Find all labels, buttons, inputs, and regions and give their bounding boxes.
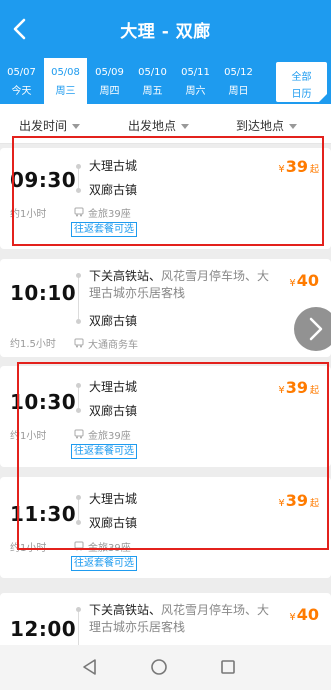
date-tab-day: 周五 bbox=[142, 86, 163, 97]
date-tab-date: 05/10 bbox=[138, 67, 167, 78]
currency-symbol: ¥ bbox=[289, 612, 296, 623]
corner-triangle-icon bbox=[319, 94, 327, 102]
filter-arrive-place[interactable]: 到达地点 bbox=[236, 117, 298, 134]
date-tab-date: 05/12 bbox=[224, 67, 253, 78]
date-tab-date: 05/11 bbox=[181, 67, 210, 78]
ticket-price: ¥40 bbox=[289, 605, 319, 624]
date-tab[interactable]: 05/09 周四 bbox=[88, 58, 131, 104]
date-tab-day: 今天 bbox=[11, 86, 32, 97]
highlight-box bbox=[17, 362, 329, 550]
next-page-button[interactable] bbox=[294, 307, 331, 351]
filter-label: 出发时间 bbox=[19, 119, 68, 133]
caret-down-icon bbox=[181, 124, 190, 129]
date-tab-day: 周日 bbox=[228, 86, 249, 97]
destination-stop: 双廊古镇 bbox=[89, 314, 138, 328]
app-header: 大理 - 双廊 bbox=[0, 0, 331, 58]
date-tab[interactable]: 05/07 今天 bbox=[0, 58, 43, 104]
currency-symbol: ¥ bbox=[289, 278, 296, 289]
origin-stop: 下关高铁站、风花雪月停车场、大理古城亦乐居客栈 bbox=[89, 268, 279, 302]
date-tab[interactable]: 05/10 周五 bbox=[131, 58, 174, 104]
all-calendar-label-1: 全部 bbox=[291, 72, 312, 83]
date-tab[interactable]: 05/12 周日 bbox=[217, 58, 260, 104]
page-title: 大理 - 双廊 bbox=[120, 22, 211, 42]
date-tab-day: 周六 bbox=[185, 86, 206, 97]
chevron-right-icon bbox=[309, 317, 323, 341]
origin-stop: 下关高铁站、风花雪月停车场、大理古城亦乐居客栈 bbox=[89, 602, 279, 636]
departure-time: 12:00 bbox=[10, 617, 77, 641]
origin-stop-main: 下关高铁站、 bbox=[89, 603, 162, 617]
date-selector-bar: 05/07 今天 05/08 周三 05/09 周四 05/10 周五 05/1… bbox=[0, 58, 331, 104]
destination-dot bbox=[76, 319, 81, 324]
date-tab-date: 05/08 bbox=[51, 67, 80, 78]
bus-icon bbox=[74, 338, 84, 348]
price-value: 40 bbox=[296, 271, 319, 290]
origin-dot bbox=[76, 607, 81, 612]
round-trip-tag: 往返套餐可选 bbox=[71, 556, 137, 571]
highlight-box bbox=[12, 136, 324, 246]
system-navigation-bar bbox=[0, 645, 331, 690]
caret-down-icon bbox=[289, 124, 298, 129]
departure-time: 10:10 bbox=[10, 281, 77, 305]
date-tab-date: 05/07 bbox=[7, 67, 36, 78]
route-line bbox=[78, 277, 79, 321]
date-tab-day: 周四 bbox=[99, 86, 120, 97]
date-tab-day: 周三 bbox=[55, 86, 76, 97]
ticket-price: ¥40 bbox=[289, 271, 319, 290]
all-calendar-button[interactable]: 全部 日历 bbox=[276, 62, 327, 102]
filter-label: 出发地点 bbox=[128, 119, 177, 133]
filter-depart-time[interactable]: 出发时间 bbox=[19, 117, 81, 134]
trip-card[interactable]: 10:10 约1.5小时 下关高铁站、风花雪月停车场、大理古城亦乐居客栈 双廊古… bbox=[0, 259, 331, 357]
date-tab[interactable]: 05/11 周六 bbox=[174, 58, 217, 104]
route-line bbox=[78, 611, 79, 645]
triangle-back-icon[interactable] bbox=[78, 655, 102, 679]
origin-dot bbox=[76, 273, 81, 278]
filter-label: 到达地点 bbox=[236, 119, 285, 133]
date-tab-date: 05/09 bbox=[95, 67, 124, 78]
bus-type: 大通商务车 bbox=[88, 340, 138, 351]
caret-down-icon bbox=[72, 124, 81, 129]
price-value: 40 bbox=[296, 605, 319, 624]
date-tab-selected[interactable]: 05/08 周三 bbox=[44, 58, 87, 104]
square-recent-icon[interactable] bbox=[216, 655, 240, 679]
circle-home-icon[interactable] bbox=[147, 655, 171, 679]
origin-stop-main: 下关高铁站、 bbox=[89, 269, 162, 283]
filter-depart-place[interactable]: 出发地点 bbox=[128, 117, 190, 134]
trip-duration: 约1.5小时 bbox=[10, 339, 56, 350]
